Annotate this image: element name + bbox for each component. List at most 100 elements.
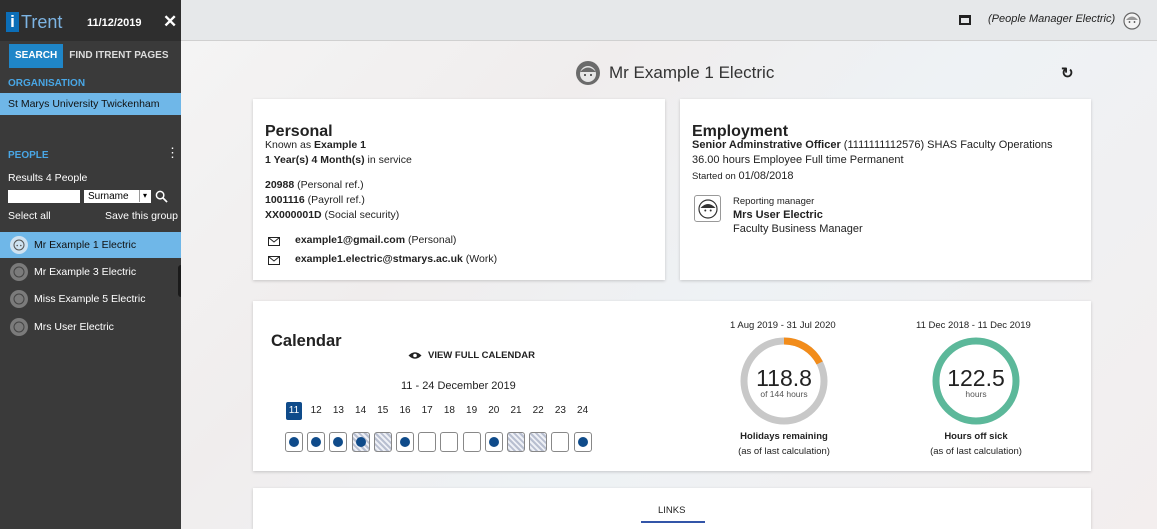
calendar-day-cell[interactable] (462, 432, 481, 452)
calendar-day-cell[interactable] (351, 432, 370, 452)
manager-label: Reporting manager (733, 196, 815, 207)
people-label: PEOPLE (8, 150, 49, 161)
sickness-label: Hours off sick (944, 431, 1008, 442)
calendar-title: Calendar (271, 331, 342, 350)
calendar-day-cell[interactable] (418, 432, 437, 452)
avatar-icon (10, 236, 28, 254)
tab-links[interactable]: LINKS (658, 505, 685, 516)
person-item[interactable]: Mrs User Electric (0, 314, 181, 340)
hours-off-sick-unit: hours (965, 389, 987, 399)
absence-marker (311, 437, 322, 447)
session-date: 11/12/2019 (87, 17, 142, 29)
personal-ref: 20988 (Personal ref.) (265, 179, 364, 191)
logo-i: i (6, 12, 19, 32)
holidays-label: Holidays remaining (740, 431, 828, 442)
length-of-service: 1 Year(s) 4 Month(s) in service (265, 154, 412, 166)
holidays-remaining-value: 118.8 (756, 365, 812, 391)
calendar-range: 11 - 24 December 2019 (401, 380, 516, 392)
employee-avatar-icon (576, 61, 600, 85)
organisation-label: ORGANISATION (8, 78, 86, 89)
links-tab-indicator (641, 521, 705, 523)
calendar-day-cell[interactable] (396, 432, 414, 452)
manager-name[interactable]: Mrs User Electric (733, 209, 823, 221)
calendar-day[interactable]: 15 (375, 402, 391, 420)
calendar-day[interactable]: 23 (552, 402, 568, 420)
personal-email[interactable]: example1@gmail.com (Personal) (295, 234, 456, 246)
absence-marker (333, 437, 344, 447)
mail-icon (268, 256, 280, 265)
calendar-day[interactable]: 18 (441, 402, 457, 420)
calendar-day-cell[interactable] (573, 432, 592, 452)
calendar-day[interactable]: 11 (286, 402, 302, 420)
chevron-down-icon: ▾ (139, 190, 150, 202)
calendar-day[interactable]: 21 (508, 402, 524, 420)
avatar-icon (10, 263, 28, 281)
hours: 36.00 hours Employee Full time Permanent (692, 154, 904, 166)
manager-avatar (694, 195, 721, 222)
sidebar: i Trent 11/12/2019 ✕ SEARCH FIND ITRENT … (0, 0, 181, 529)
avatar-icon (10, 318, 28, 336)
person-name: Mr Example 1 Electric (34, 239, 137, 251)
job-title: Senior Adminstrative Officer (1111111112… (692, 139, 1053, 151)
calendar-day-cell[interactable] (307, 432, 326, 452)
employee-header: Mr Example 1 Electric (575, 60, 774, 86)
sidebar-tabs: SEARCH FIND ITRENT PAGES (9, 44, 175, 68)
itrent-logo: i Trent (6, 12, 66, 32)
more-options-icon[interactable]: ⋮ (166, 146, 179, 159)
mail-icon (268, 237, 280, 246)
refresh-icon[interactable]: ↻ (1061, 64, 1074, 82)
calendar-day-cell[interactable] (373, 432, 392, 452)
view-full-calendar-label: VIEW FULL CALENDAR (428, 350, 535, 361)
people-search-input[interactable] (8, 190, 80, 203)
calendar-day[interactable]: 17 (419, 402, 435, 420)
calendar-day[interactable]: 12 (308, 402, 324, 420)
calendar-day-cell[interactable] (507, 432, 525, 452)
calendar-day-cell[interactable] (440, 432, 459, 452)
person-item[interactable]: Miss Example 5 Electric (0, 286, 181, 312)
tab-search[interactable]: SEARCH (9, 44, 64, 68)
absence-marker (488, 437, 499, 447)
holidays-total: of 144 hours (760, 389, 808, 399)
sickness-note: (as of last calculation) (930, 446, 1022, 457)
calendar-day-cell[interactable] (484, 432, 503, 452)
person-item[interactable]: Mr Example 1 Electric (0, 232, 181, 258)
calendar-day[interactable]: 13 (330, 402, 346, 420)
calendar-day[interactable]: 14 (353, 402, 369, 420)
calendar-day[interactable]: 22 (530, 402, 546, 420)
tab-find-itrent-pages[interactable]: FIND ITRENT PAGES (63, 44, 174, 68)
calendar-day[interactable]: 19 (464, 402, 480, 420)
person-item[interactable]: Mr Example 3 Electric (0, 259, 181, 285)
calendar-day-cell[interactable] (329, 432, 348, 452)
known-as: Known as Example 1 (265, 139, 366, 151)
save-group-link[interactable]: Save this group (105, 210, 178, 222)
manager-role: Faculty Business Manager (733, 223, 863, 235)
calendar-day[interactable]: 16 (397, 402, 413, 420)
sidebar-header: i Trent 11/12/2019 ✕ (0, 0, 181, 41)
calendar-day[interactable]: 24 (575, 402, 591, 420)
user-avatar-icon[interactable] (1123, 12, 1141, 30)
social-security: XX000001D (Social security) (265, 209, 400, 221)
window-icon[interactable] (959, 15, 971, 25)
top-bar: (People Manager Electric) (181, 0, 1157, 41)
work-email[interactable]: example1.electric@stmarys.ac.uk (Work) (295, 253, 497, 265)
absence-marker (577, 437, 588, 447)
organisation-value[interactable]: St Marys University Twickenham (0, 93, 181, 115)
people-search-row: Surname ▾ (8, 190, 168, 203)
search-by-select[interactable]: Surname ▾ (84, 190, 151, 203)
payroll-ref: 1001116 (Payroll ref.) (265, 194, 365, 206)
current-role[interactable]: (People Manager Electric) (988, 13, 1115, 25)
employee-name: Mr Example 1 Electric (609, 63, 775, 82)
calendar-day[interactable]: 20 (486, 402, 502, 420)
person-name: Mrs User Electric (34, 321, 114, 333)
absence-marker (355, 437, 366, 447)
calendar-day-cell[interactable] (285, 432, 303, 452)
logo-text: Trent (21, 12, 63, 32)
close-icon[interactable]: ✕ (163, 12, 177, 32)
select-all-link[interactable]: Select all (8, 210, 51, 222)
manager-avatar-icon (697, 198, 718, 219)
calendar-day-cell[interactable] (529, 432, 548, 452)
calendar-day-cell[interactable] (551, 432, 570, 452)
absence-marker (289, 437, 299, 447)
view-full-calendar-link[interactable]: VIEW FULL CALENDAR (408, 350, 535, 361)
search-icon[interactable] (155, 190, 168, 203)
